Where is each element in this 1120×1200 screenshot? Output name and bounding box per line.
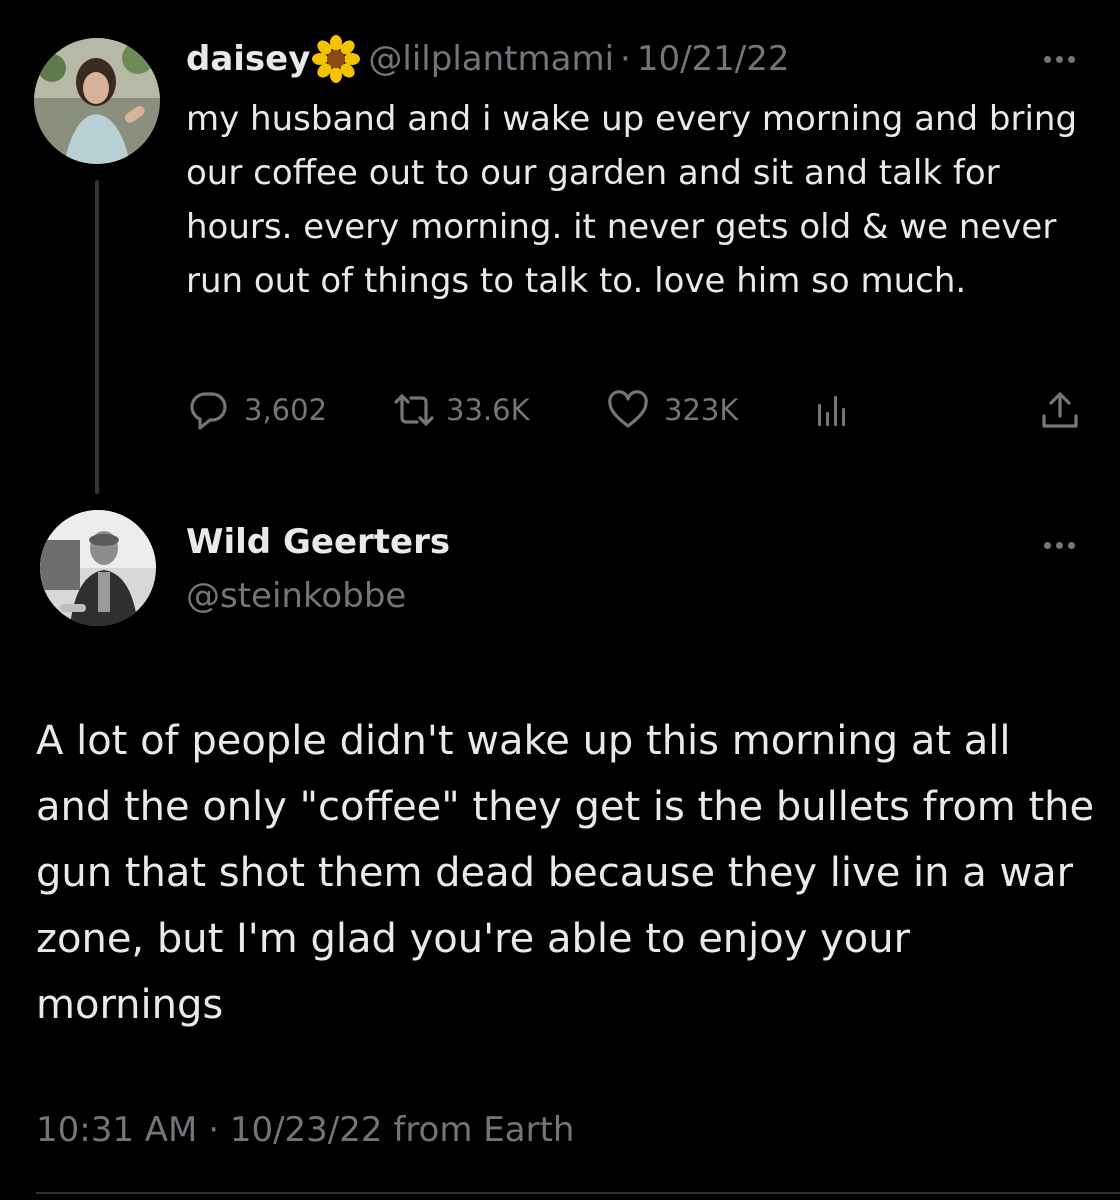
bar-chart-icon xyxy=(810,388,854,432)
reply-author-handle[interactable]: @steinkobbe xyxy=(186,576,406,616)
reply-count: 3,602 xyxy=(244,393,328,427)
reply-author-name[interactable]: Wild Geerters xyxy=(186,522,450,562)
original-tweet-text: my husband and i wake up every morning a… xyxy=(186,99,1078,301)
reply-time[interactable]: 10:31 AM xyxy=(36,1110,197,1150)
reply-author-avatar[interactable] xyxy=(40,510,156,626)
original-tweet-actions: 3,602 33.6K 323K xyxy=(186,388,1086,432)
meta-separator: · xyxy=(208,1110,220,1150)
views-button[interactable] xyxy=(810,388,854,432)
sunflower-emoji-icon xyxy=(312,35,361,83)
original-author-avatar[interactable] xyxy=(34,38,160,164)
retweet-arrows-icon xyxy=(390,388,438,432)
like-count: 323K xyxy=(664,393,739,427)
retweet-count: 33.6K xyxy=(446,393,530,427)
original-tweet-header: daisey @lilplantmami · 10/21/22 xyxy=(186,35,790,83)
divider xyxy=(36,1192,1120,1194)
more-dots-icon[interactable] xyxy=(1044,542,1075,549)
reply-date[interactable]: 10/23/22 xyxy=(230,1110,383,1150)
header-separator: · xyxy=(620,39,631,79)
reply-button[interactable]: 3,602 xyxy=(186,388,327,432)
reply-tweet-meta: 10:31 AM · 10/23/22 from Earth xyxy=(36,1110,574,1150)
original-author-name[interactable]: daisey xyxy=(186,39,310,79)
reply-tweet-text: A lot of people didn't wake up this morn… xyxy=(36,718,1095,1028)
original-tweet-date[interactable]: 10/21/22 xyxy=(637,39,790,79)
thread-connector-line xyxy=(95,180,99,494)
reply-source: from Earth xyxy=(393,1110,575,1150)
like-button[interactable]: 323K xyxy=(606,388,738,432)
share-upload-icon xyxy=(1038,388,1082,432)
more-dots-icon[interactable] xyxy=(1044,56,1075,63)
retweet-button[interactable]: 33.6K xyxy=(390,388,530,432)
heart-icon xyxy=(606,388,650,432)
original-author-handle[interactable]: @lilplantmami xyxy=(368,39,614,79)
speech-bubble-icon xyxy=(186,388,230,432)
share-button[interactable] xyxy=(1038,388,1082,432)
